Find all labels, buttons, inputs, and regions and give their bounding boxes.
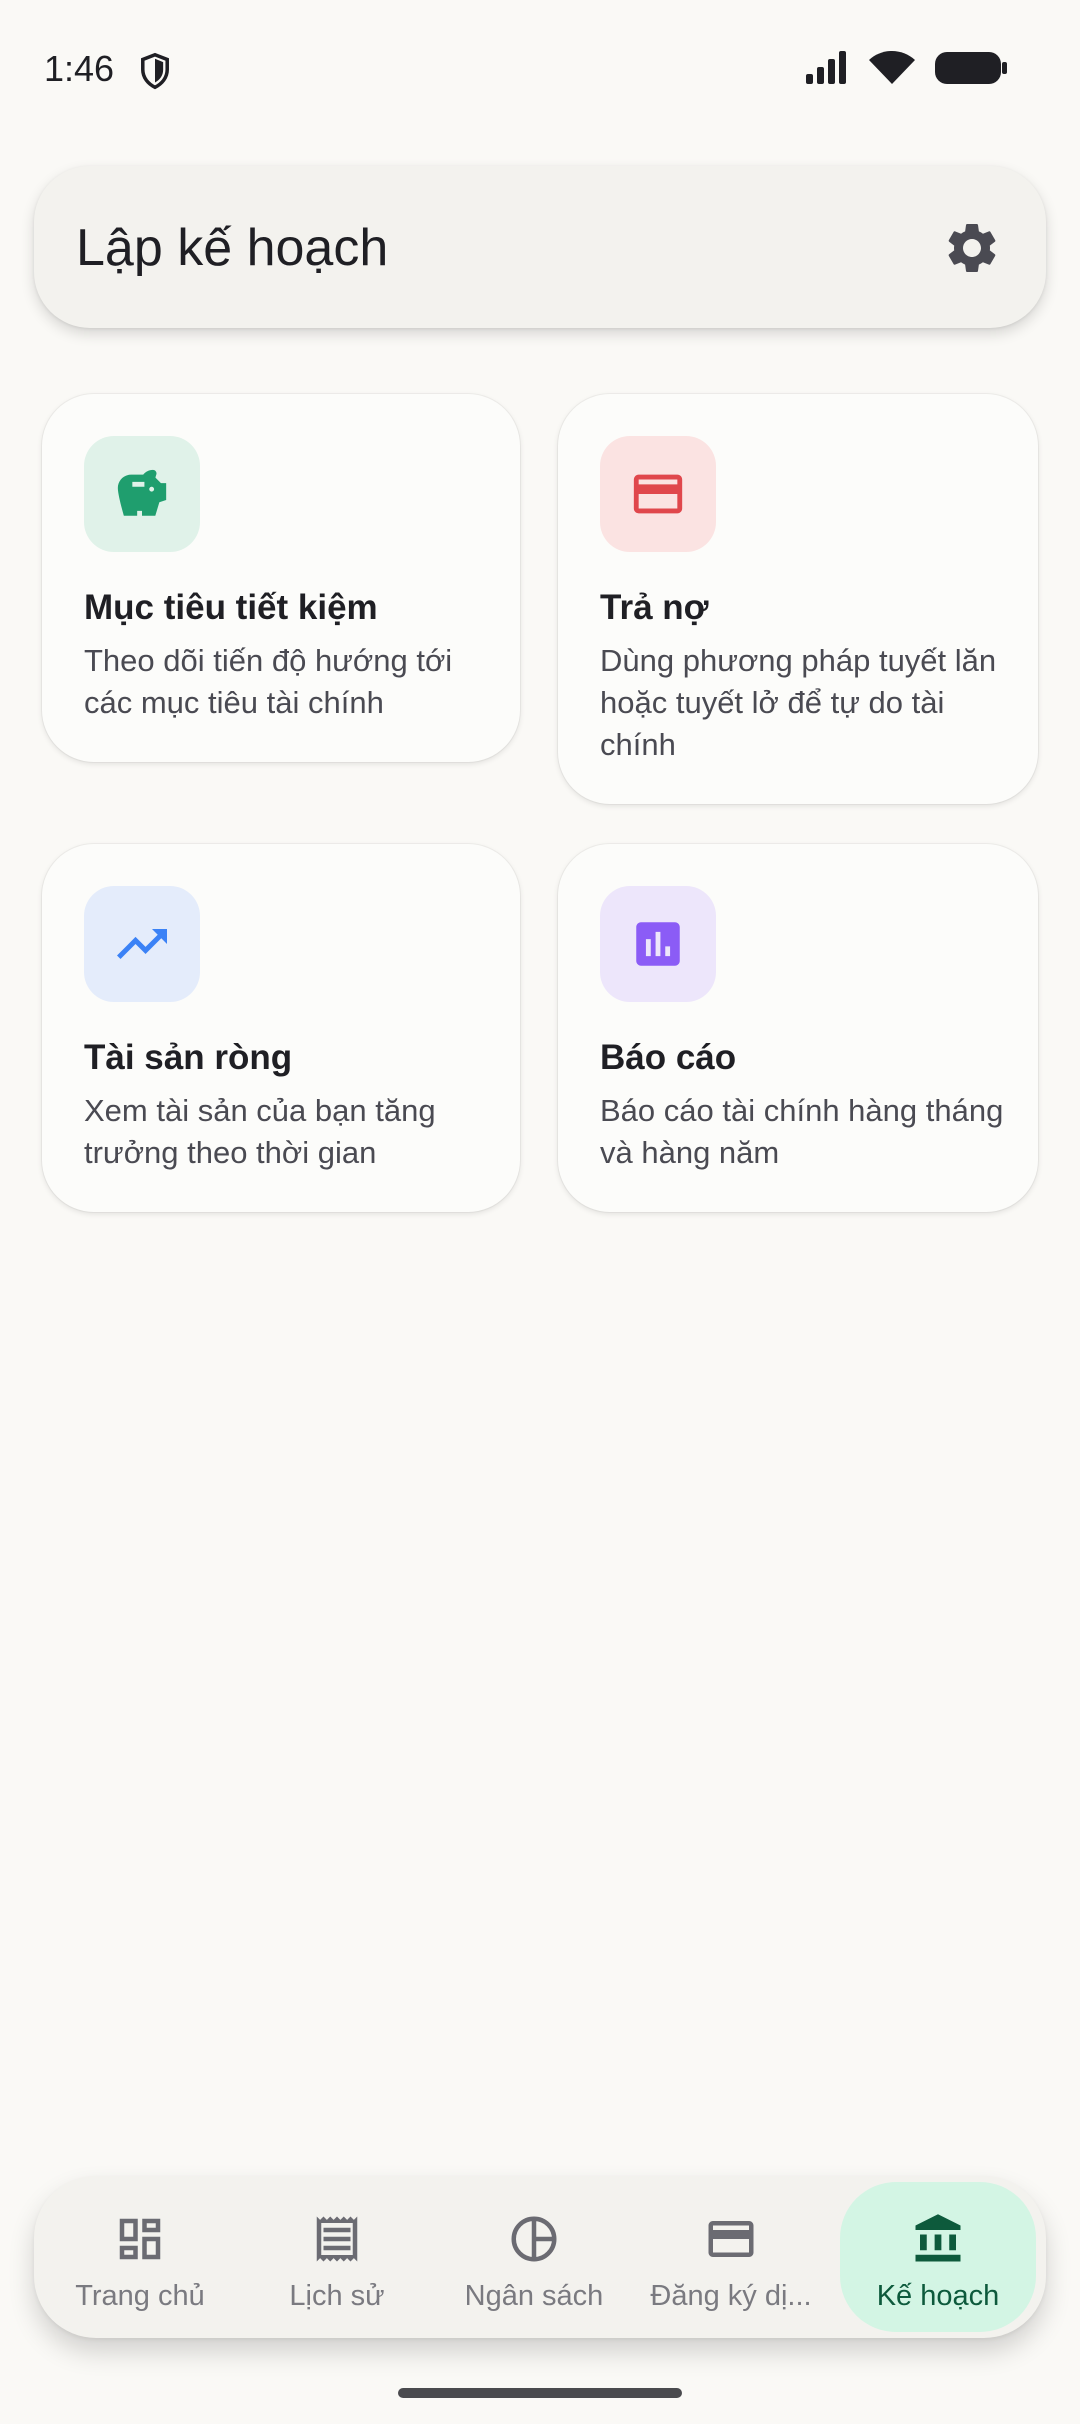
system-icons bbox=[804, 50, 1008, 86]
card-reports[interactable]: Báo cáo Báo cáo tài chính hàng tháng và … bbox=[558, 844, 1038, 1212]
status-time: 1:46 bbox=[44, 48, 115, 89]
card-title: Trả nợ bbox=[600, 588, 709, 627]
gear-icon[interactable] bbox=[942, 218, 1002, 278]
bank-icon bbox=[915, 2214, 961, 2262]
card-icon-container bbox=[84, 886, 200, 1002]
card-description: Báo cáo tài chính hàng tháng và hàng năm bbox=[600, 1093, 1004, 1170]
receipt-icon bbox=[316, 2216, 358, 2262]
card-description: Theo dõi tiến độ hướng tới các mục tiêu … bbox=[84, 643, 453, 720]
trending-up-icon bbox=[117, 929, 167, 959]
shield-icon bbox=[141, 52, 169, 90]
credit-card-icon bbox=[633, 474, 683, 514]
wifi-icon bbox=[869, 51, 915, 84]
signal-icon bbox=[806, 51, 846, 84]
card-debt-payoff[interactable]: Trả nợ Dùng phương pháp tuyết lăn hoặc t… bbox=[558, 394, 1038, 804]
piggy-bank-icon bbox=[117, 469, 167, 516]
nav-item-home[interactable]: Trang chủ bbox=[45, 2176, 235, 2338]
home-indicator[interactable] bbox=[398, 2388, 682, 2398]
nav-label: Ngân sách bbox=[464, 2280, 604, 2312]
nav-label: Trang chủ bbox=[75, 2280, 205, 2312]
nav-item-budget[interactable]: Ngân sách bbox=[439, 2176, 629, 2338]
bar-chart-icon bbox=[636, 922, 680, 966]
page-title: Lập kế hoạch bbox=[76, 219, 389, 277]
card-description: Xem tài sản của bạn tăng trưởng theo thờ… bbox=[84, 1093, 436, 1170]
card-title: Mục tiêu tiết kiệm bbox=[84, 588, 378, 627]
nav-item-planning[interactable]: Kế hoạch bbox=[840, 2182, 1036, 2332]
card-description: Dùng phương pháp tuyết lăn hoặc tuyết lở… bbox=[600, 643, 997, 762]
dashboard-icon bbox=[119, 2218, 161, 2260]
status-bar: 1:46 bbox=[0, 0, 1080, 140]
nav-label: Đăng ký dị... bbox=[650, 2280, 812, 2312]
card-title: Tài sản ròng bbox=[84, 1038, 293, 1077]
nav-label: Kế hoạch bbox=[876, 2280, 1000, 2312]
card-net-worth[interactable]: Tài sản ròng Xem tài sản của bạn tăng tr… bbox=[42, 844, 520, 1212]
nav-label: Lịch sử bbox=[289, 2280, 385, 2312]
bottom-navigation: Trang chủ Lịch sử Ngân sách Đăng ký dị..… bbox=[34, 2176, 1046, 2338]
nav-item-history[interactable]: Lịch sử bbox=[242, 2176, 432, 2338]
card-title: Báo cáo bbox=[600, 1038, 737, 1077]
pie-chart-icon bbox=[511, 2216, 557, 2262]
card-savings-goals[interactable]: Mục tiêu tiết kiệm Theo dõi tiến độ hướn… bbox=[42, 394, 520, 762]
card-icon-container bbox=[600, 886, 716, 1002]
nav-item-subscriptions[interactable]: Đăng ký dị... bbox=[636, 2176, 826, 2338]
top-app-bar: Lập kế hoạch bbox=[34, 166, 1046, 328]
credit-card-icon bbox=[708, 2221, 754, 2257]
card-icon-container bbox=[84, 436, 200, 552]
card-icon-container bbox=[600, 436, 716, 552]
battery-icon bbox=[935, 52, 1007, 84]
